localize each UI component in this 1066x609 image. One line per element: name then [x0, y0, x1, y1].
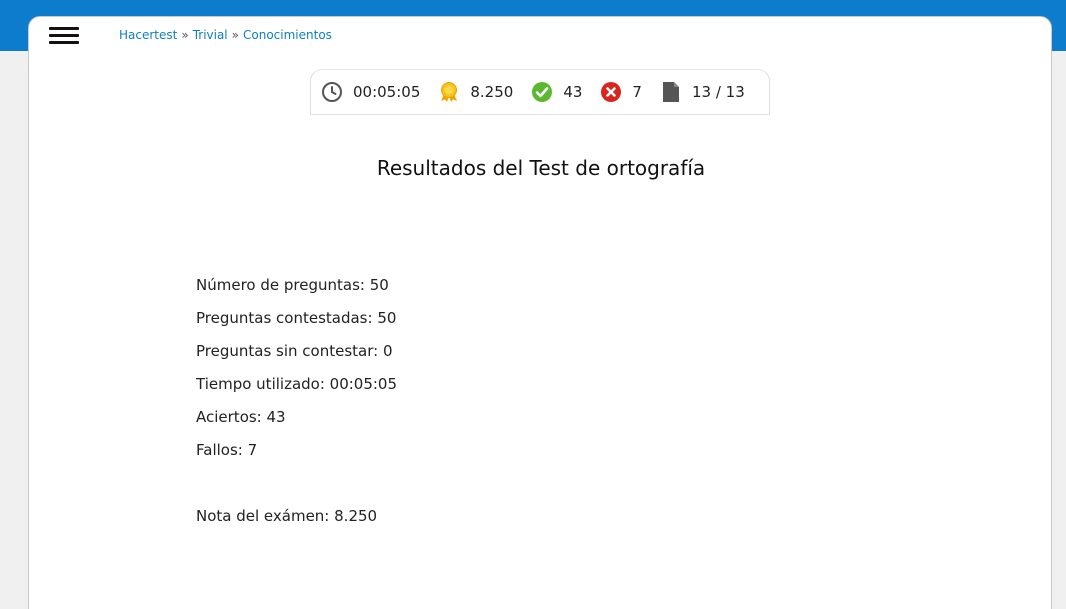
- stat-time-value: 00:05:05: [353, 83, 421, 101]
- stat-pages: 13 / 13: [660, 81, 745, 103]
- stat-score-value: 8.250: [470, 83, 514, 101]
- stat-pages-value: 13 / 13: [691, 83, 745, 101]
- stat-time: 00:05:05: [321, 81, 420, 103]
- clock-icon: [321, 81, 343, 103]
- result-time-used: Tiempo utilizado: 00:05:05: [196, 375, 398, 393]
- menu-bar: [49, 41, 79, 44]
- main-card: Hacertest» Trivial» Conocimientos 00:05:05: [28, 16, 1052, 609]
- breadcrumb-link-hacertest[interactable]: Hacertest: [119, 28, 177, 42]
- stat-wrong: 7: [600, 81, 642, 103]
- x-circle-icon: [600, 81, 622, 103]
- stat-wrong-value: 7: [632, 83, 642, 101]
- breadcrumb: Hacertest» Trivial» Conocimientos: [119, 28, 332, 42]
- stat-score: 8.250: [438, 81, 513, 103]
- page-title: Resultados del Test de ortografía: [376, 156, 706, 180]
- result-hits: Aciertos: 43: [196, 408, 286, 426]
- check-circle-icon: [531, 81, 553, 103]
- stat-correct-value: 43: [563, 83, 583, 101]
- result-questions: Número de preguntas: 50: [196, 276, 389, 294]
- menu-bar: [49, 34, 79, 37]
- breadcrumb-separator: »: [231, 28, 239, 42]
- stat-correct: 43: [531, 81, 582, 103]
- result-answered: Preguntas contestadas: 50: [196, 309, 397, 327]
- document-icon: [660, 81, 682, 103]
- result-unanswered: Preguntas sin contestar: 0: [196, 342, 393, 360]
- breadcrumb-link-trivial[interactable]: Trivial: [193, 28, 228, 42]
- results-list: Número de preguntas: 50 Preguntas contes…: [196, 275, 397, 539]
- menu-bar: [49, 27, 79, 30]
- medal-icon: [438, 81, 460, 103]
- result-misses: Fallos: 7: [196, 441, 258, 459]
- breadcrumb-link-conocimientos[interactable]: Conocimientos: [243, 28, 332, 42]
- hamburger-menu-button[interactable]: [49, 27, 81, 47]
- result-grade: Nota del exámen: 8.250: [196, 507, 378, 525]
- breadcrumb-separator: »: [181, 28, 189, 42]
- stats-bar: 00:05:05 8.250 43 7 13 / 13: [310, 69, 770, 115]
